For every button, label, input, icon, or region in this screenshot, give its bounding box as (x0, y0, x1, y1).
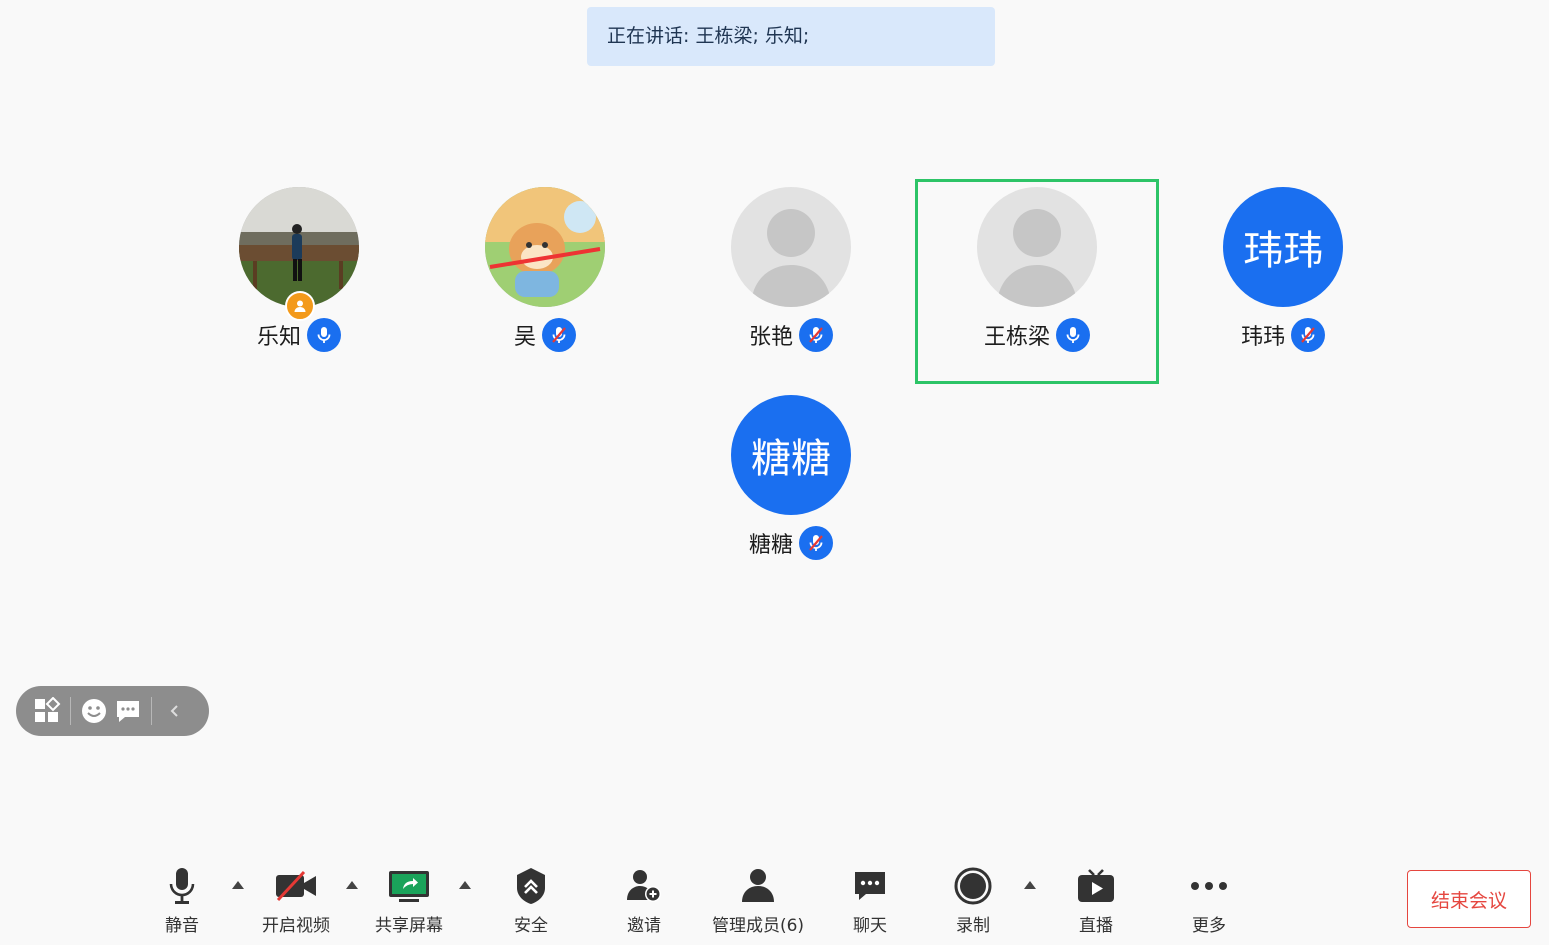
invite-label: 邀请 (627, 916, 661, 936)
security-button[interactable]: 安全 (501, 864, 561, 936)
floating-quick-bar (16, 686, 209, 736)
layout-icon[interactable] (30, 694, 64, 728)
video-options-caret-icon[interactable] (346, 881, 358, 889)
participant-name: 张艳 (748, 325, 793, 350)
share-options-caret-icon[interactable] (459, 881, 471, 889)
participant-tile-weiwei[interactable]: 玮玮 玮玮 (1193, 187, 1373, 387)
participant-tile-wangdongliang[interactable]: 王栋梁 (947, 187, 1127, 387)
live-tv-icon (1076, 864, 1116, 908)
microphone-icon (167, 864, 197, 908)
live-stream-label: 直播 (1079, 916, 1113, 936)
speaking-banner-text: 正在讲话: 王栋梁; 乐知; (607, 25, 810, 47)
more-dots-icon (1189, 864, 1229, 908)
participant-name: 玮玮 (1240, 325, 1285, 350)
chat-label: 聊天 (853, 916, 887, 936)
record-button[interactable]: 录制 (943, 864, 1003, 936)
video-off-icon (274, 864, 318, 908)
emoji-icon[interactable] (77, 694, 111, 728)
end-meeting-label: 结束会议 (1430, 889, 1507, 912)
invite-button[interactable]: 邀请 (614, 864, 674, 936)
mute-button[interactable]: 静音 (152, 864, 212, 936)
share-screen-label: 共享屏幕 (375, 916, 443, 936)
start-video-button[interactable]: 开启视频 (250, 864, 342, 936)
security-label: 安全 (514, 916, 548, 936)
speaking-banner: 正在讲话: 王栋梁; 乐知; (587, 7, 995, 66)
participant-tile-zhangyan[interactable]: 张艳 (701, 187, 881, 387)
start-video-label: 开启视频 (262, 916, 330, 936)
participant-name: 乐知 (256, 325, 301, 350)
shield-icon (514, 864, 548, 908)
mute-label: 静音 (165, 916, 199, 936)
mute-options-caret-icon[interactable] (232, 881, 244, 889)
participant-tile-tangtang[interactable]: 糖糖 糖糖 (701, 395, 881, 595)
participant-name: 糖糖 (748, 533, 793, 558)
more-button[interactable]: 更多 (1179, 864, 1239, 936)
end-meeting-button[interactable]: 结束会议 (1407, 870, 1531, 928)
participant-tile-lezhi[interactable]: 乐知 (209, 187, 389, 387)
avatar (977, 187, 1097, 307)
divider (151, 697, 152, 725)
mic-muted-icon[interactable] (1291, 318, 1325, 352)
chat-button[interactable]: 聊天 (840, 864, 900, 936)
avatar (485, 187, 605, 307)
participant-tile-wu[interactable]: 吴 (455, 187, 635, 387)
avatar (731, 187, 851, 307)
collapse-chevron-icon[interactable] (158, 694, 192, 728)
manage-members-label: 管理成员(6) (711, 916, 805, 936)
host-badge-icon (285, 291, 315, 321)
mic-muted-icon[interactable] (799, 318, 833, 352)
more-label: 更多 (1192, 916, 1226, 936)
avatar (239, 187, 359, 307)
add-user-icon (624, 864, 664, 908)
divider (70, 697, 71, 725)
record-icon (953, 864, 993, 908)
record-options-caret-icon[interactable] (1024, 881, 1036, 889)
mic-on-icon[interactable] (1056, 318, 1090, 352)
manage-members-button[interactable]: 管理成员(6) (703, 864, 813, 936)
participant-name: 吴 (513, 325, 536, 350)
share-screen-icon (387, 864, 431, 908)
record-label: 录制 (956, 916, 990, 936)
chat-bubble-icon[interactable] (111, 694, 145, 728)
members-icon (738, 864, 778, 908)
chat-icon (852, 864, 888, 908)
avatar-initials: 玮玮 (1223, 187, 1343, 307)
participant-name: 王栋梁 (983, 325, 1050, 350)
mic-muted-icon[interactable] (542, 318, 576, 352)
mic-muted-icon[interactable] (799, 526, 833, 560)
live-stream-button[interactable]: 直播 (1066, 864, 1126, 936)
mic-on-icon[interactable] (307, 318, 341, 352)
avatar-initials: 糖糖 (731, 395, 851, 515)
share-screen-button[interactable]: 共享屏幕 (363, 864, 455, 936)
